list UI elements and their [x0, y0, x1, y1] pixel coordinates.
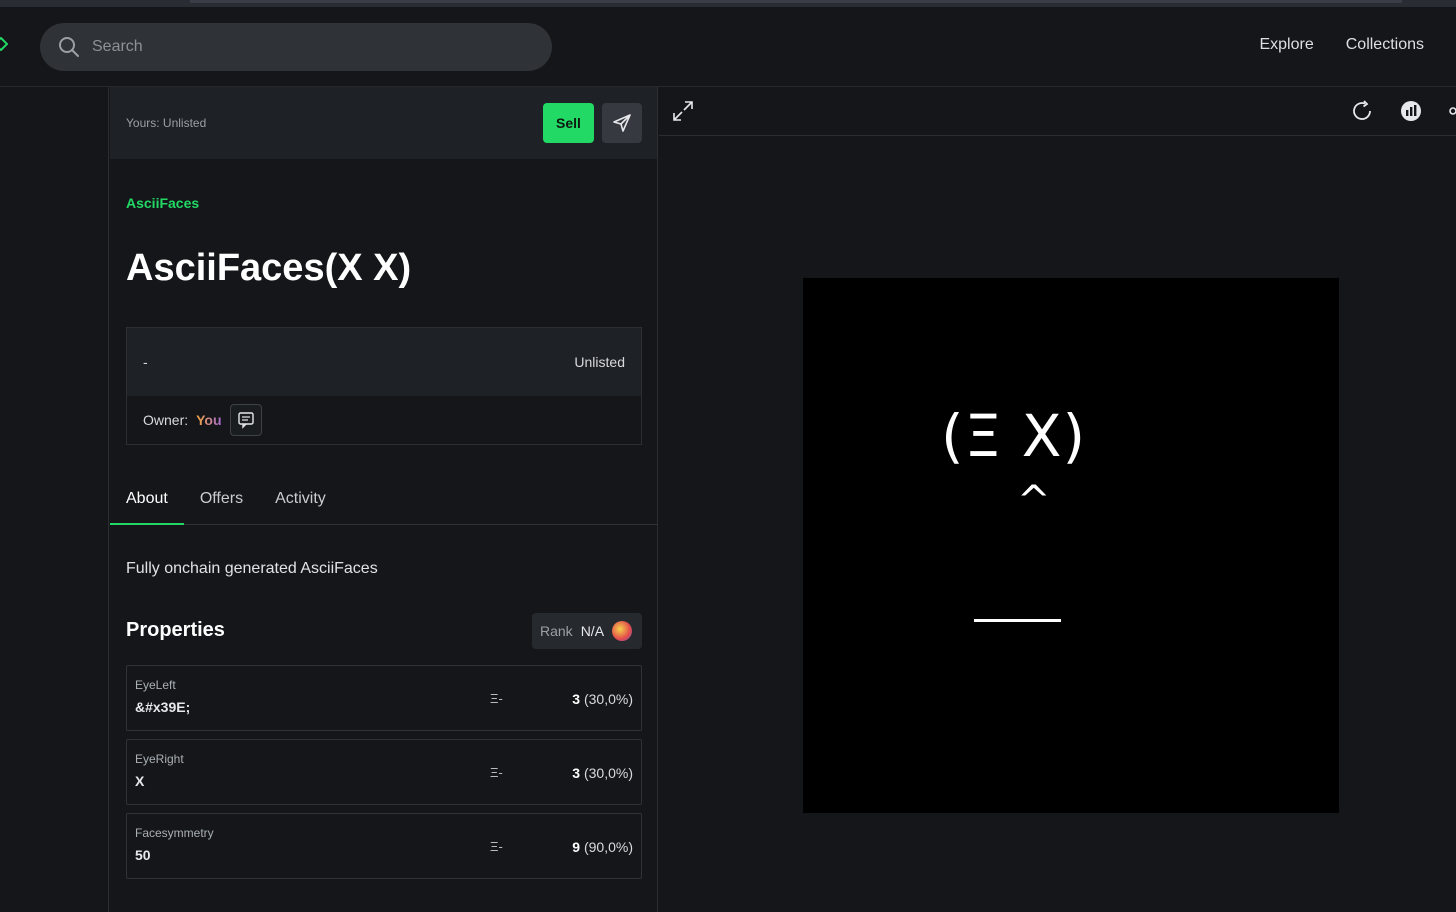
chart-icon[interactable] [1399, 99, 1423, 123]
tab-offers[interactable]: Offers [200, 485, 243, 524]
search-icon [59, 37, 79, 57]
price-row: - Unlisted [127, 328, 641, 396]
property-row[interactable]: EyeRight X Ξ- 3 (30,0%) [126, 739, 642, 805]
property-percentage: (90,0%) [583, 839, 633, 855]
viewer-toolbar [659, 87, 1456, 136]
gem-icon [612, 621, 633, 641]
send-icon [613, 114, 631, 132]
properties-title: Properties [126, 619, 225, 641]
artwork-mouth [974, 619, 1061, 622]
rank-label: Rank [540, 623, 573, 639]
rank-value: N/A [580, 623, 605, 639]
nav-collections[interactable]: Collections [1346, 36, 1424, 54]
property-count: 3 (30,0%) [572, 765, 633, 781]
property-value: &#x39E; [135, 699, 191, 715]
property-floor: Ξ- [490, 839, 503, 854]
owner-row: Owner: You [127, 396, 641, 444]
rank-badge[interactable]: Rank N/A [532, 613, 642, 649]
property-value: 50 [135, 847, 151, 863]
artwork-nose: ^ [1017, 478, 1051, 524]
tab-about[interactable]: About [110, 485, 184, 525]
property-percentage: (30,0%) [583, 691, 633, 707]
search-bar[interactable] [40, 23, 552, 71]
main-nav: Explore Collections [1259, 36, 1424, 54]
property-floor: Ξ- [490, 691, 503, 706]
property-count-number: 3 [572, 691, 581, 707]
nav-explore[interactable]: Explore [1259, 36, 1313, 54]
nft-artwork: (Ξ X) ^ [803, 278, 1339, 813]
property-value: X [135, 773, 145, 789]
refresh-icon[interactable] [1350, 99, 1374, 123]
scrollbar-track [190, 0, 1402, 3]
expand-icon[interactable] [671, 99, 695, 123]
listing-status: Unlisted [574, 354, 625, 370]
property-key: EyeRight [135, 752, 184, 766]
property-key: EyeLeft [135, 678, 176, 692]
owner-action-bar: Yours: Unlisted Sell [110, 87, 657, 159]
property-row[interactable]: Facesymmetry 50 Ξ- 9 (90,0%) [126, 813, 642, 879]
item-title: AsciiFaces(X X) [126, 247, 412, 289]
owner-label: Owner: [143, 412, 189, 428]
search-input[interactable] [92, 38, 512, 56]
property-count: 3 (30,0%) [572, 691, 633, 707]
item-description: Fully onchain generated AsciiFaces [126, 560, 378, 577]
owner-link[interactable]: You [196, 412, 221, 428]
transfer-button[interactable] [602, 103, 642, 143]
detail-tabs: About Offers Activity [110, 485, 658, 525]
price-value: - [143, 354, 148, 370]
property-count-number: 9 [572, 839, 581, 855]
collection-link[interactable]: AsciiFaces [126, 195, 199, 211]
property-percentage: (30,0%) [583, 765, 633, 781]
left-gutter [0, 87, 109, 912]
ownership-status: Yours: Unlisted [126, 116, 207, 130]
media-viewer: (Ξ X) ^ [659, 87, 1456, 912]
browser-top-strip [0, 0, 1456, 7]
property-count: 9 (90,0%) [572, 839, 633, 855]
chat-button[interactable] [229, 404, 262, 436]
price-box: - Unlisted Owner: You [126, 327, 642, 445]
property-row[interactable]: EyeLeft &#x39E; Ξ- 3 (30,0%) [126, 665, 642, 731]
tab-activity[interactable]: Activity [275, 485, 326, 524]
item-detail-panel: Yours: Unlisted Sell AsciiFaces AsciiFac… [110, 87, 658, 912]
sell-button[interactable]: Sell [543, 103, 594, 143]
logo-icon[interactable] [0, 37, 8, 51]
artwork-eyes: (Ξ X) [941, 402, 1087, 470]
chat-icon [237, 412, 254, 429]
top-header: Explore Collections [0, 7, 1456, 87]
share-icon[interactable] [1443, 99, 1456, 123]
property-floor: Ξ- [490, 765, 503, 780]
property-key: Facesymmetry [135, 826, 214, 840]
property-count-number: 3 [572, 765, 581, 781]
